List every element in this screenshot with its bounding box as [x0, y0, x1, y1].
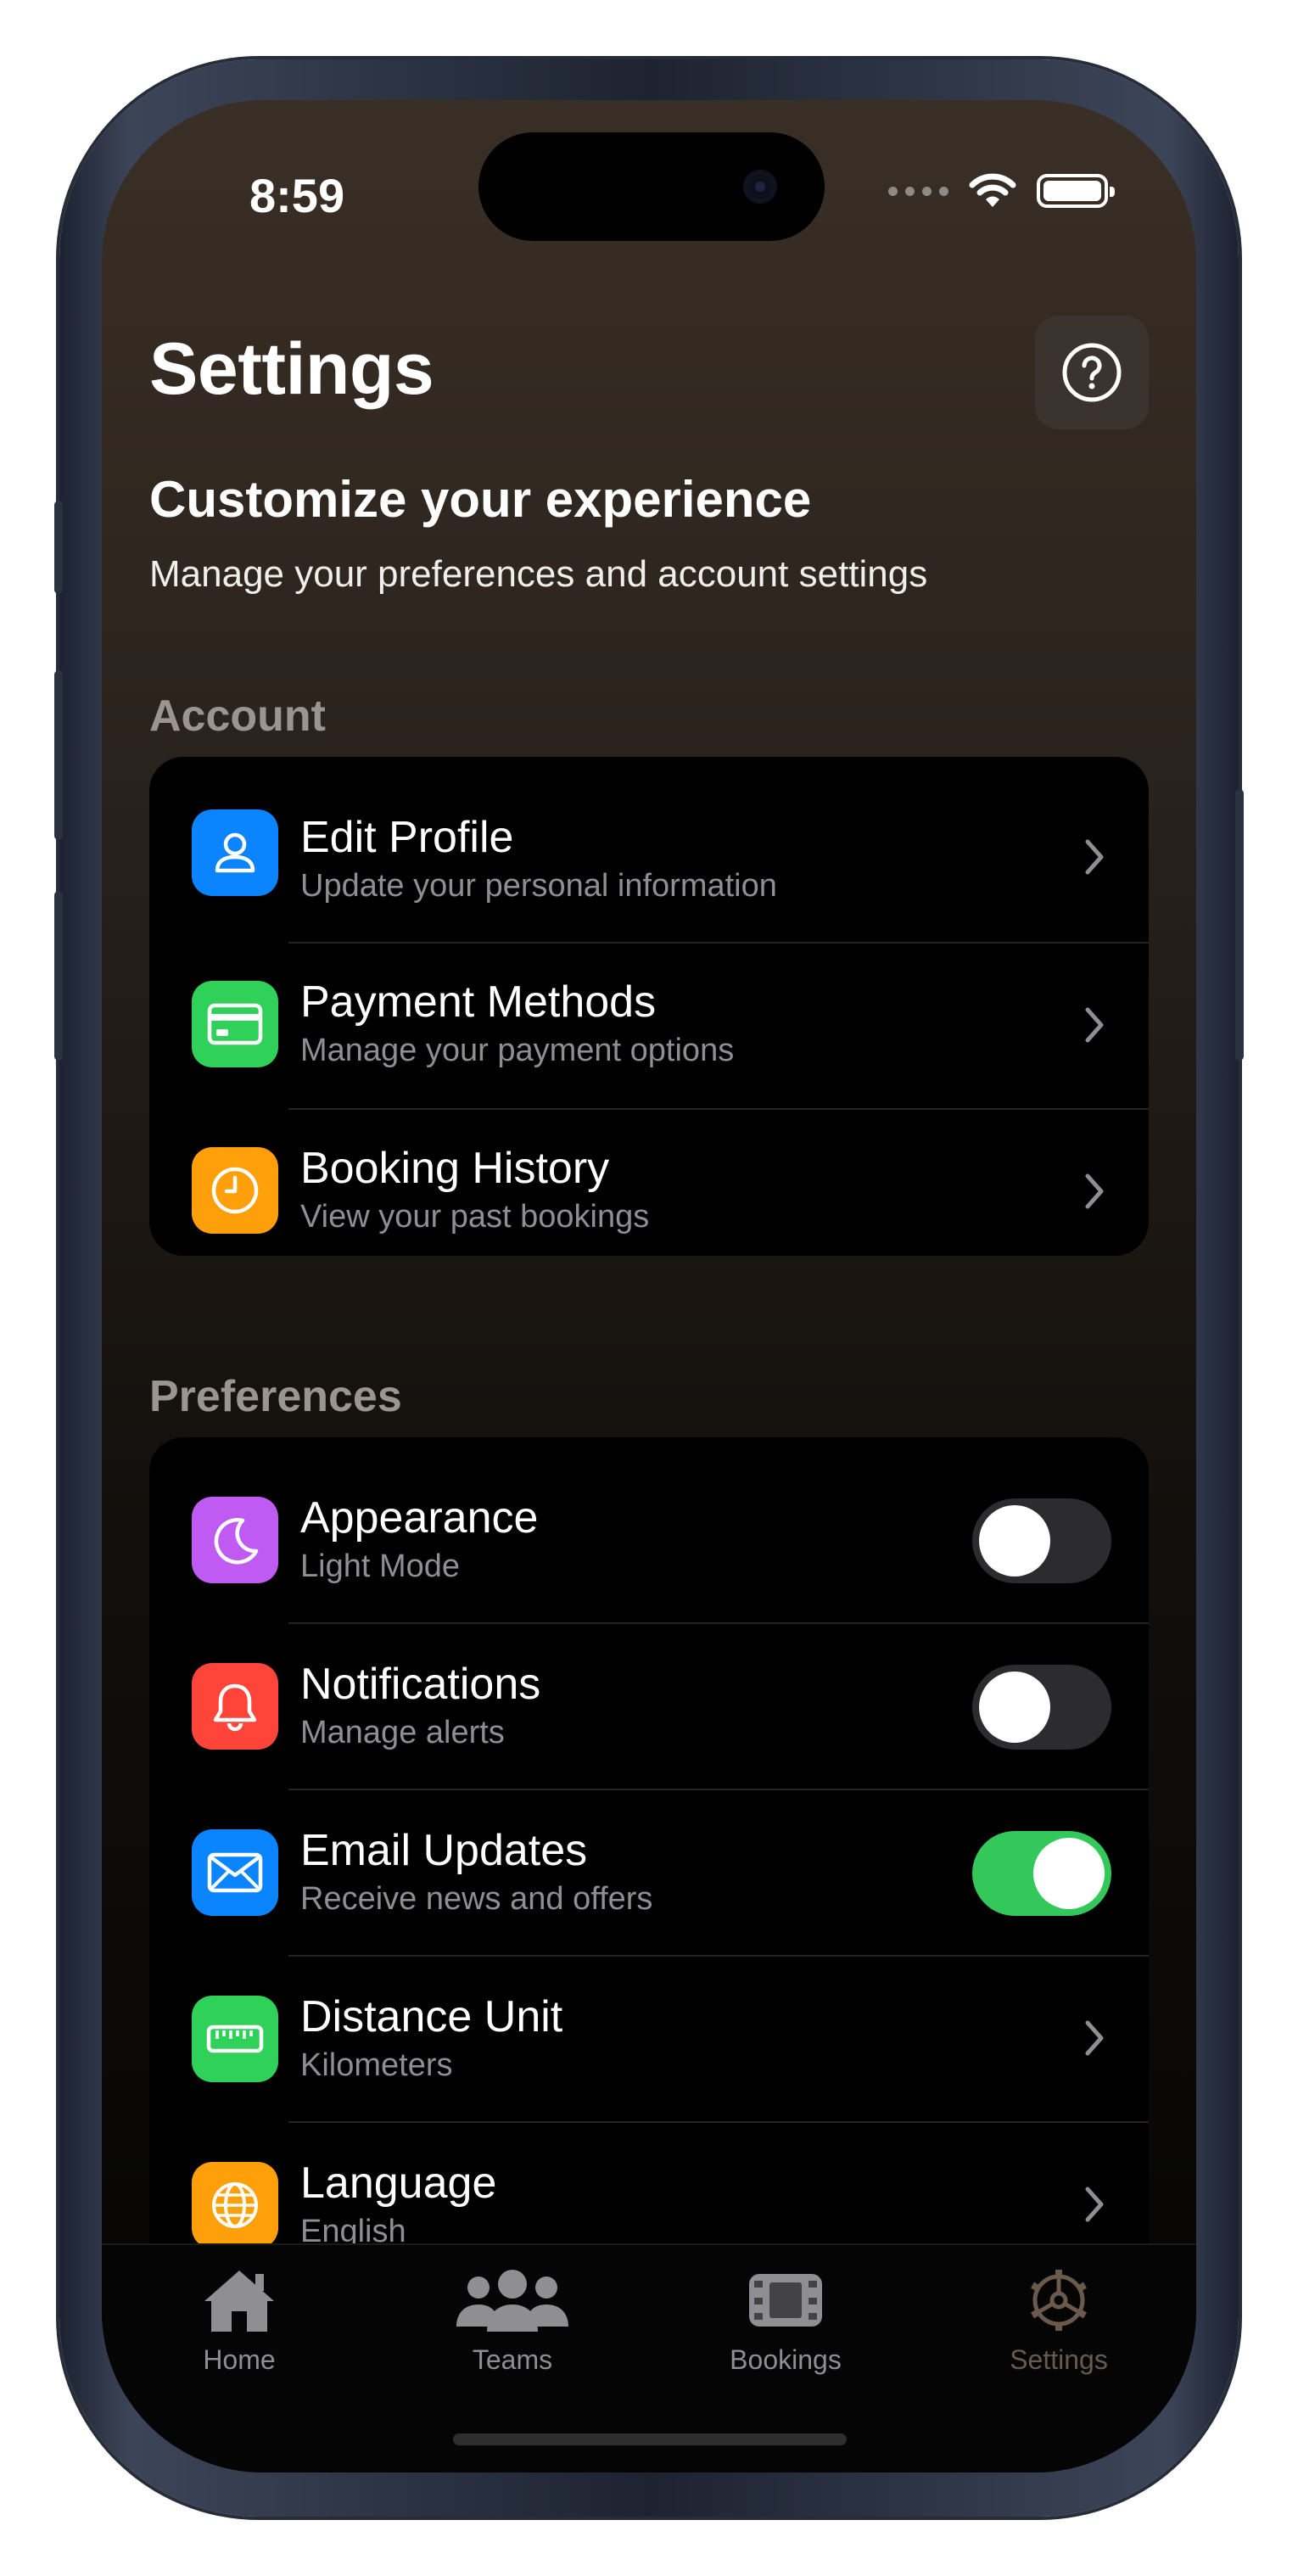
home-indicator[interactable]: [453, 2433, 847, 2445]
row-title: Payment Methods: [300, 977, 657, 1027]
row-title: Notifications: [300, 1660, 541, 1709]
row-title: Language: [300, 2159, 497, 2208]
section-title-preferences: Preferences: [149, 1372, 402, 1421]
people-icon: [456, 2270, 568, 2332]
icon-tile: [192, 1996, 278, 2082]
tab-label: Settings: [1010, 2344, 1108, 2375]
bell-icon: [213, 1683, 257, 1732]
chevron-right-icon: [1085, 2187, 1104, 2222]
tab-bookings[interactable]: Bookings: [701, 2265, 870, 2376]
row-title: Distance Unit: [300, 1992, 563, 2041]
icon-tile: [192, 981, 278, 1067]
status-indicators: [888, 173, 1115, 209]
row-subtitle: View your past bookings: [300, 1199, 650, 1235]
tab-home[interactable]: Home: [154, 2265, 324, 2376]
icon-tile: [192, 2162, 278, 2248]
gear-icon: [1030, 2270, 1088, 2331]
preferences-card: Appearance Light Mode Notifications Mana…: [149, 1437, 1149, 2252]
row-title: Email Updates: [300, 1826, 588, 1875]
tab-label: Teams: [472, 2344, 553, 2375]
appearance-row: Appearance Light Mode: [149, 1437, 1149, 1624]
appearance-toggle[interactable]: [972, 1498, 1111, 1583]
credit-card-icon: [207, 1003, 263, 1045]
account-card: Edit Profile Update your personal inform…: [149, 757, 1149, 1256]
row-subtitle: Manage your payment options: [300, 1033, 735, 1068]
toggle-knob: [1033, 1838, 1105, 1909]
cellular-signal-icon: [888, 186, 948, 196]
row-subtitle: Update your personal information: [300, 868, 777, 904]
page-title: Settings: [149, 328, 434, 410]
chevron-right-icon: [1085, 839, 1104, 875]
tab-label: Home: [203, 2344, 276, 2375]
ruler-icon: [206, 2024, 264, 2053]
row-title: Booking History: [300, 1144, 610, 1193]
power-button: [1235, 789, 1244, 1061]
payment-methods-row[interactable]: Payment Methods Manage your payment opti…: [149, 944, 1149, 1110]
help-button[interactable]: [1035, 316, 1149, 429]
volume-down-button: [54, 891, 63, 1061]
icon-tile: [192, 809, 278, 896]
icon-tile: [192, 1497, 278, 1583]
battery-icon: [1037, 174, 1115, 208]
toggle-knob: [979, 1505, 1050, 1576]
row-subtitle: Light Mode: [300, 1548, 461, 1584]
notifications-row: Notifications Manage alerts: [149, 1624, 1149, 1790]
row-subtitle: Manage alerts: [300, 1715, 505, 1750]
film-icon: [749, 2274, 822, 2327]
tab-teams[interactable]: Teams: [428, 2265, 597, 2376]
camera-icon: [743, 170, 777, 204]
icon-tile: [192, 1663, 278, 1750]
email-updates-row: Email Updates Receive news and offers: [149, 1790, 1149, 1957]
action-button: [54, 501, 63, 594]
globe-icon: [212, 2182, 258, 2228]
dynamic-island: [478, 132, 825, 241]
email-updates-toggle[interactable]: [972, 1831, 1111, 1916]
wifi-icon: [969, 173, 1016, 207]
moon-icon: [214, 1518, 259, 1565]
status-time: 8:59: [249, 169, 345, 222]
volume-up-button: [54, 670, 63, 840]
page-subtitle: Customize your experience: [149, 471, 812, 528]
envelope-icon: [207, 1852, 263, 1893]
toggle-knob: [979, 1672, 1050, 1743]
icon-tile: [192, 1829, 278, 1916]
person-icon: [215, 832, 255, 873]
row-title: Appearance: [300, 1493, 539, 1543]
house-icon: [204, 2271, 274, 2332]
tab-settings[interactable]: Settings: [974, 2265, 1144, 2376]
chevron-right-icon: [1085, 2020, 1104, 2056]
distance-unit-row[interactable]: Distance Unit Kilometers: [149, 1957, 1149, 2123]
icon-tile: [192, 1147, 278, 1234]
edit-profile-row[interactable]: Edit Profile Update your personal inform…: [149, 757, 1149, 944]
chevron-right-icon: [1085, 1007, 1104, 1043]
notifications-toggle[interactable]: [972, 1665, 1111, 1750]
tab-label: Bookings: [730, 2344, 842, 2375]
question-circle-icon: [1062, 343, 1122, 402]
screen: 8:59 Settings Customize your experience …: [102, 100, 1196, 2472]
row-subtitle: Kilometers: [300, 2047, 453, 2083]
row-title: Edit Profile: [300, 813, 514, 862]
chevron-right-icon: [1085, 1173, 1104, 1209]
booking-history-row[interactable]: Booking History View your past bookings: [149, 1110, 1149, 1256]
clock-icon: [211, 1167, 259, 1214]
row-subtitle: Receive news and offers: [300, 1881, 653, 1917]
page-description: Manage your preferences and account sett…: [149, 553, 928, 595]
section-title-account: Account: [149, 692, 326, 741]
language-row[interactable]: Language English: [149, 2123, 1149, 2252]
